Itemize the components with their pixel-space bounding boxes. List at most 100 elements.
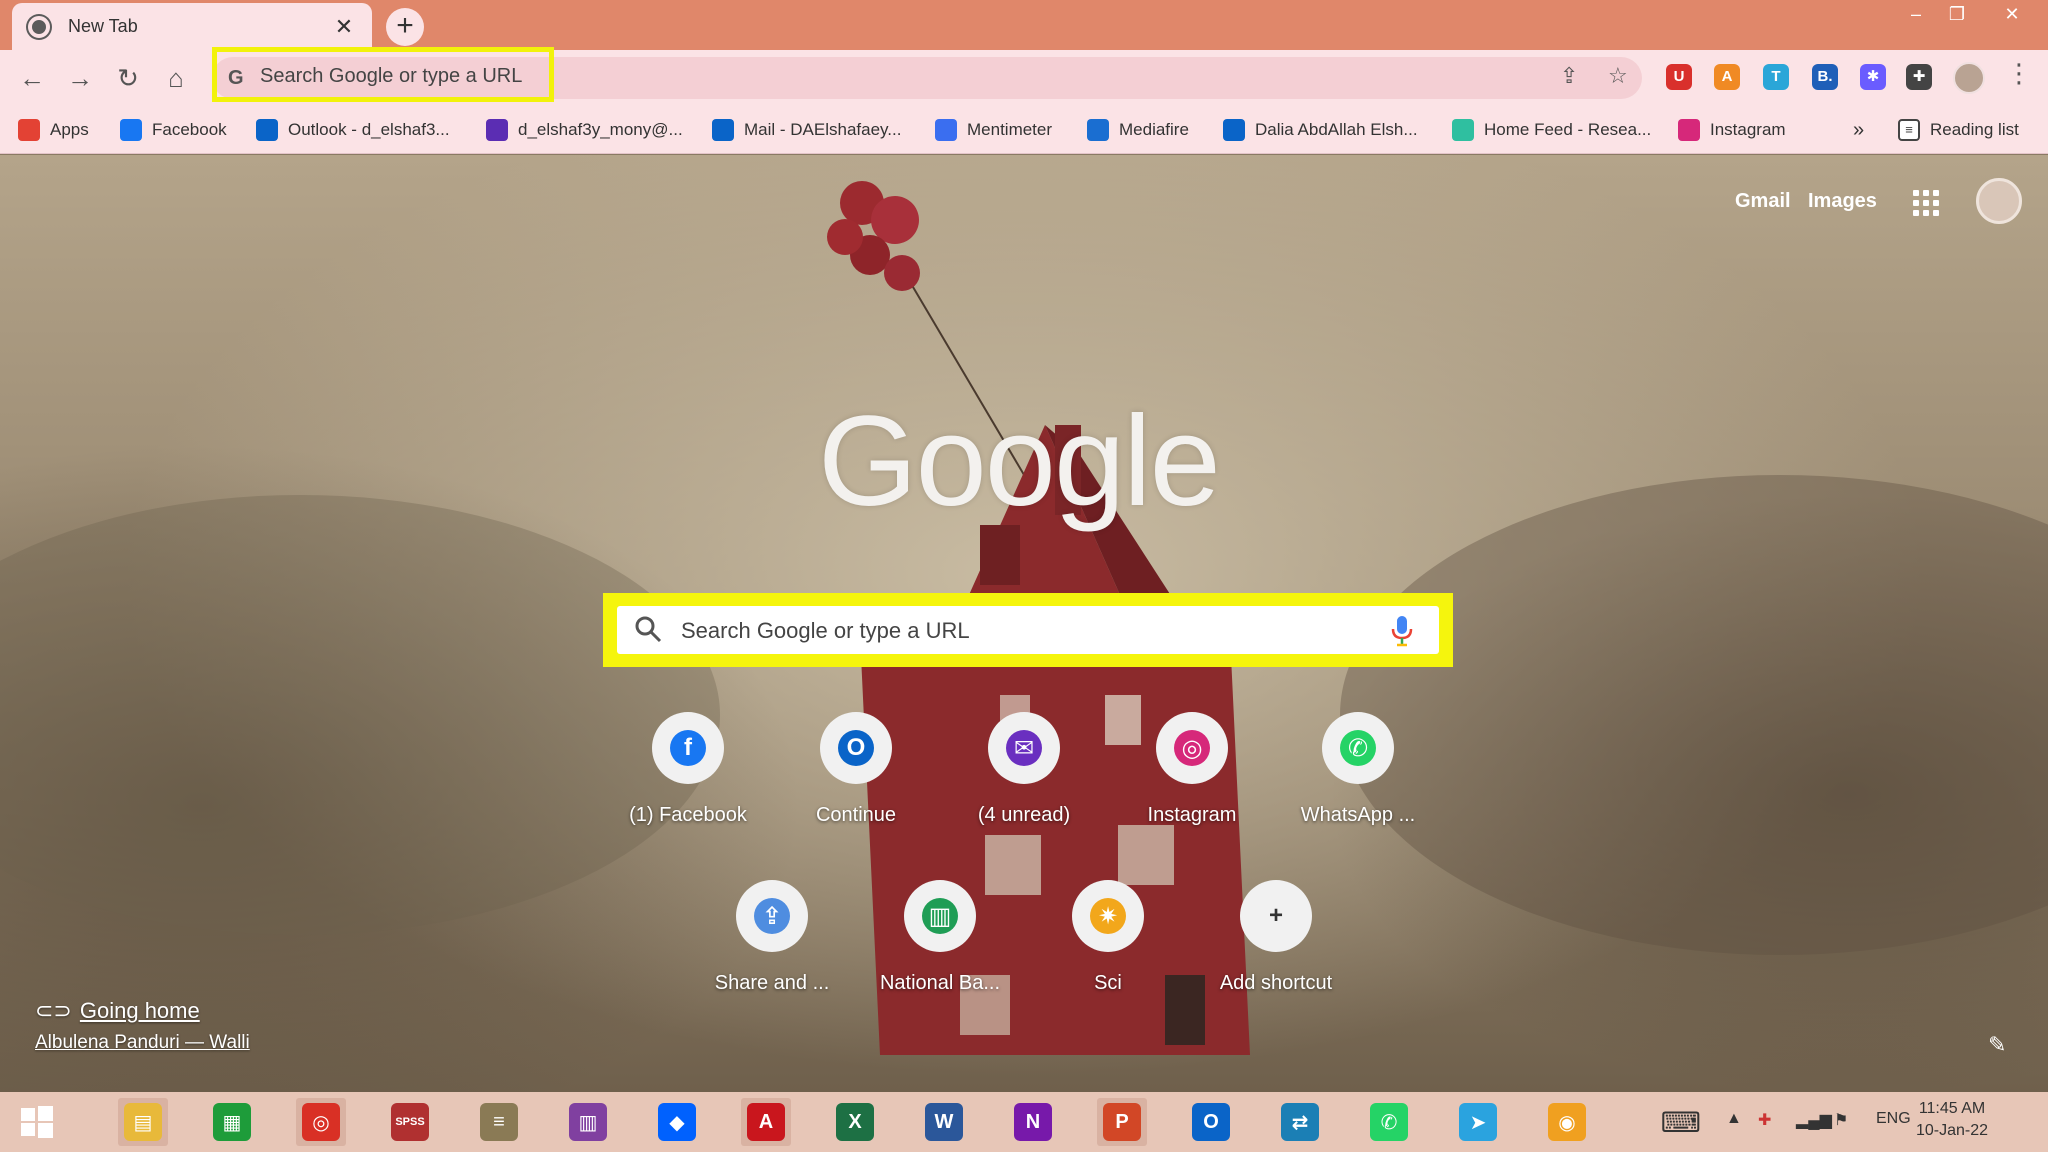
ublock-extension-icon[interactable]: U — [1666, 64, 1692, 90]
mediafire-icon — [1087, 119, 1109, 141]
taskbar-app[interactable]: O — [1186, 1098, 1236, 1146]
shortcut-tile[interactable]: O Continue — [782, 712, 930, 827]
taskbar-app[interactable]: ⇄ — [1275, 1098, 1325, 1146]
taskbar-app[interactable]: P — [1097, 1098, 1147, 1146]
taskbar-app[interactable]: W — [919, 1098, 969, 1146]
profile-avatar[interactable] — [1953, 62, 1985, 94]
facebook-icon: f — [670, 730, 706, 766]
minimize-button[interactable]: – — [1893, 0, 1939, 30]
close-window-button[interactable]: ✕ — [1989, 0, 2035, 30]
action-center-flag-icon[interactable]: ⚑ — [1834, 1110, 1848, 1130]
images-link[interactable]: Images — [1808, 190, 1877, 213]
tab-close-icon[interactable]: ✕ — [332, 14, 356, 40]
antivirus-tray-icon[interactable]: ✚ — [1758, 1110, 1771, 1130]
bookmark-label: Home Feed - Resea... — [1484, 120, 1652, 139]
share-app-icon: ⇪ — [754, 898, 790, 934]
taskbar-app[interactable]: ◆ — [652, 1098, 702, 1146]
network-icon[interactable]: ▂▄▆ — [1796, 1110, 1832, 1130]
google-g-icon: G — [228, 67, 244, 89]
b-extension-icon[interactable]: B. — [1812, 64, 1838, 90]
shortcut-icon-circle: f — [652, 712, 724, 784]
bookmark-label: Mail - DAElshafaey... — [744, 120, 902, 139]
shortcut-tile[interactable]: ▥ National Ba... — [866, 880, 1014, 995]
title-bar: New Tab ✕ + – ❐ ✕ — [0, 0, 2048, 50]
microphone-icon[interactable] — [1390, 614, 1414, 648]
home-button[interactable]: ⌂ — [158, 60, 194, 96]
shortcut-tile[interactable]: ✷ Sci — [1034, 880, 1182, 995]
taskbar-app[interactable]: ◉ — [1542, 1098, 1592, 1146]
bookmark-star-icon[interactable]: ☆ — [1608, 63, 1628, 89]
tab-new-tab[interactable]: New Tab ✕ — [12, 3, 372, 50]
reading-list-button[interactable]: ≡ Reading list — [1898, 116, 2019, 144]
bookmark-item[interactable]: Mentimeter — [935, 116, 1052, 144]
taskbar-app[interactable]: ✆ — [1364, 1098, 1414, 1146]
background-attribution-title[interactable]: ⊂⊃ Going home — [35, 998, 200, 1024]
restore-button[interactable]: ❐ — [1934, 0, 1980, 30]
bookmarks-overflow-icon[interactable]: » — [1853, 116, 1864, 144]
background-attribution-author[interactable]: Albulena Panduri — Walli — [35, 1032, 250, 1054]
taskbar-app[interactable]: ▥ — [563, 1098, 613, 1146]
taskbar-app[interactable]: N — [1008, 1098, 1058, 1146]
taskbar-app[interactable]: ◎ — [296, 1098, 346, 1146]
translate-extension-icon[interactable]: T — [1763, 64, 1789, 90]
google-account-avatar[interactable] — [1976, 178, 2022, 224]
new-tab-button[interactable]: + — [386, 8, 424, 46]
bookmark-item[interactable]: Mediafire — [1087, 116, 1189, 144]
taskbar-app[interactable]: ➤ — [1453, 1098, 1503, 1146]
bookmark-item[interactable]: Home Feed - Resea... — [1452, 116, 1651, 144]
shortcut-label: Share and ... — [714, 972, 830, 994]
shortcut-tile[interactable]: ✉ (4 unread) — [950, 712, 1098, 827]
puzzle-extensions-icon[interactable]: ✚ — [1906, 64, 1932, 90]
reload-button[interactable]: ↻ — [110, 60, 146, 96]
taskbar-app[interactable]: ▦ — [207, 1098, 257, 1146]
tray-overflow-icon[interactable]: ▲ — [1726, 1110, 1742, 1128]
avast-extension-icon[interactable]: A — [1714, 64, 1740, 90]
gmail-link[interactable]: Gmail — [1735, 190, 1791, 213]
bookmark-item[interactable]: Mail - DAElshafaey... — [712, 116, 901, 144]
taskbar-app[interactable]: SPSS — [385, 1098, 435, 1146]
forward-button[interactable]: → — [62, 60, 98, 96]
bookmark-item[interactable]: d_elshaf3y_mony@... — [486, 116, 683, 144]
google-apps-icon[interactable] — [1913, 190, 1939, 216]
taskbar-app[interactable]: A — [741, 1098, 791, 1146]
windows-logo-icon — [21, 1106, 53, 1138]
touch-keyboard-icon[interactable]: ⌨ — [1656, 1098, 1706, 1146]
taskbar-app[interactable]: ≡ — [474, 1098, 524, 1146]
powerpoint-icon: P — [1103, 1103, 1141, 1141]
back-button[interactable]: ← — [14, 60, 50, 96]
system-clock[interactable]: 11:45 AM 10-Jan-22 — [1916, 1098, 1988, 1142]
snowflake-extension-icon[interactable]: ✱ — [1860, 64, 1886, 90]
books-icon: ≡ — [480, 1103, 518, 1141]
shortcut-tile[interactable]: ◎ Instagram — [1118, 712, 1266, 827]
chrome-favicon-icon — [28, 15, 50, 38]
acrobat-icon: A — [747, 1103, 785, 1141]
shortcut-tile[interactable]: f (1) Facebook — [614, 712, 762, 827]
bookmark-item[interactable]: Dalia AbdAllah Elsh... — [1223, 116, 1418, 144]
onenote-icon: N — [1014, 1103, 1052, 1141]
shortcut-label: Instagram — [1147, 804, 1237, 826]
search-icon — [635, 616, 662, 643]
shortcut-tile[interactable]: + Add shortcut — [1202, 880, 1350, 995]
address-bar-text[interactable]: Search Google or type a URL — [260, 65, 522, 88]
instagram-icon — [1678, 119, 1700, 141]
shortcut-tile[interactable]: ⇪ Share and ... — [698, 880, 846, 995]
outlook-icon — [1223, 119, 1245, 141]
windows-start-button[interactable] — [12, 1098, 62, 1146]
bookmark-item[interactable]: Outlook - d_elshaf3... — [256, 116, 450, 144]
shortcut-label: Add shortcut — [1219, 972, 1333, 994]
bookmark-label: Mediafire — [1119, 120, 1189, 139]
taskbar-app[interactable]: ▤ — [118, 1098, 168, 1146]
customize-pencil-icon[interactable]: ✎ — [1988, 1032, 2006, 1058]
language-indicator[interactable]: ENG — [1876, 1110, 1911, 1128]
search-placeholder[interactable]: Search Google or type a URL — [681, 618, 970, 644]
bookmark-item[interactable]: Facebook — [120, 116, 227, 144]
bookmark-item[interactable]: Instagram — [1678, 116, 1786, 144]
outlook-icon — [256, 119, 278, 141]
chrome-menu-icon[interactable]: ⋮ — [2006, 58, 2032, 89]
spss-icon: SPSS — [391, 1103, 429, 1141]
shortcut-label: WhatsApp ... — [1300, 804, 1416, 826]
share-icon[interactable]: ⇪ — [1560, 63, 1578, 89]
shortcut-tile[interactable]: ✆ WhatsApp ... — [1284, 712, 1432, 827]
taskbar-app[interactable]: X — [830, 1098, 880, 1146]
bookmark-item[interactable]: Apps — [18, 116, 89, 144]
